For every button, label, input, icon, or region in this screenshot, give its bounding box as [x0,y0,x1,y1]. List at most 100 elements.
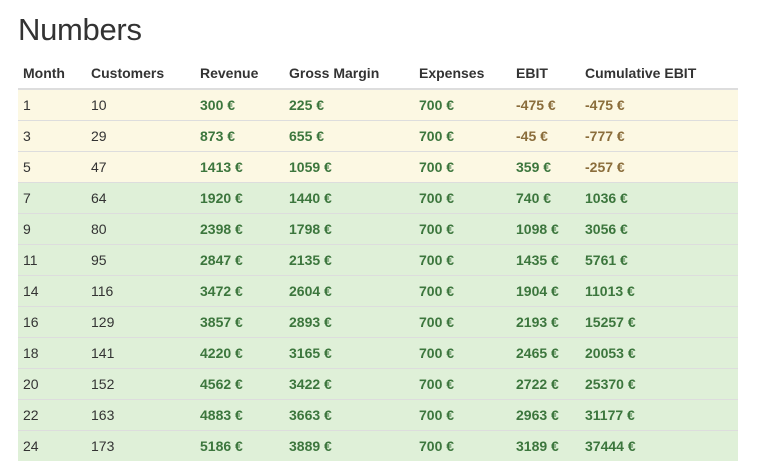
cell-month: 5 [18,151,86,183]
cell-ebit: 1098 € [511,213,580,245]
table-row: 1 10 300 €225 €700 € -475 € -475 € [18,88,738,121]
column-header-expenses: Expenses [414,58,511,90]
cell-gross-margin: 225 € [284,88,414,121]
table-row: 3 29 873 €655 €700 € -45 € -777 € [18,120,738,152]
cell-customers: 29 [86,120,195,152]
cell-ebit: 2963 € [511,399,580,431]
column-header-customers: Customers [86,58,195,90]
cell-gross-margin: 2893 € [284,306,414,338]
table-body: 1 10 300 €225 €700 € -475 € -475 €3 29 873 €65… [18,88,738,461]
table-row: 18 141 4220 €3165 €700 €2465 €20053 € [18,337,738,369]
numbers-table: Month Customers Revenue Gross Margin Exp… [18,58,738,461]
cell-month: 22 [18,399,86,431]
cell-customers: 95 [86,244,195,276]
cell-ebit: 359 € [511,151,580,183]
cell-cumulative-ebit: 25370 € [580,368,738,400]
cell-gross-margin: 1059 € [284,151,414,183]
cell-cumulative-ebit: 5761 € [580,244,738,276]
cell-ebit: -45 € [511,120,580,152]
cell-customers: 116 [86,275,195,307]
header-row: Month Customers Revenue Gross Margin Exp… [18,58,738,90]
cell-revenue: 1413 € [195,151,284,183]
cell-ebit: -475 € [511,88,580,121]
table-header: Month Customers Revenue Gross Margin Exp… [18,58,738,90]
table-row: 16 129 3857 €2893 €700 €2193 €15257 € [18,306,738,338]
table-row: 20 152 4562 €3422 €700 €2722 €25370 € [18,368,738,400]
table-row: 7 64 1920 €1440 €700 €740 €1036 € [18,182,738,214]
page: Numbers Month Customers Revenue Gross Ma… [0,0,780,473]
cell-ebit: 2722 € [511,368,580,400]
cell-customers: 80 [86,213,195,245]
cell-expenses: 700 € [414,368,511,400]
cell-cumulative-ebit: -777 € [580,120,738,152]
cell-gross-margin: 2135 € [284,244,414,276]
cell-month: 1 [18,88,86,121]
cell-expenses: 700 € [414,213,511,245]
cell-expenses: 700 € [414,275,511,307]
cell-cumulative-ebit: 11013 € [580,275,738,307]
cell-gross-margin: 1440 € [284,182,414,214]
cell-revenue: 5186 € [195,430,284,461]
cell-month: 7 [18,182,86,214]
cell-expenses: 700 € [414,88,511,121]
cell-cumulative-ebit: 20053 € [580,337,738,369]
cell-ebit: 2193 € [511,306,580,338]
cell-revenue: 4220 € [195,337,284,369]
cell-revenue: 2847 € [195,244,284,276]
column-header-ebit: EBIT [511,58,580,90]
cell-cumulative-ebit: 1036 € [580,182,738,214]
cell-month: 14 [18,275,86,307]
column-header-cumulative-ebit: Cumulative EBIT [580,58,738,90]
cell-gross-margin: 3165 € [284,337,414,369]
table-row: 5 47 1413 €1059 €700 €359 € -257 € [18,151,738,183]
cell-revenue: 300 € [195,88,284,121]
cell-expenses: 700 € [414,430,511,461]
cell-gross-margin: 3422 € [284,368,414,400]
cell-cumulative-ebit: 15257 € [580,306,738,338]
cell-revenue: 3857 € [195,306,284,338]
cell-expenses: 700 € [414,151,511,183]
cell-expenses: 700 € [414,337,511,369]
column-header-month: Month [18,58,86,90]
cell-revenue: 4562 € [195,368,284,400]
cell-expenses: 700 € [414,244,511,276]
table-row: 24 173 5186 €3889 €700 €3189 €37444 € [18,430,738,461]
cell-ebit: 2465 € [511,337,580,369]
cell-expenses: 700 € [414,182,511,214]
cell-month: 16 [18,306,86,338]
cell-customers: 141 [86,337,195,369]
cell-customers: 152 [86,368,195,400]
cell-cumulative-ebit: 31177 € [580,399,738,431]
cell-expenses: 700 € [414,399,511,431]
cell-month: 11 [18,244,86,276]
cell-gross-margin: 3663 € [284,399,414,431]
table-row: 22 163 4883 €3663 €700 €2963 €31177 € [18,399,738,431]
cell-customers: 64 [86,182,195,214]
cell-revenue: 1920 € [195,182,284,214]
cell-customers: 47 [86,151,195,183]
cell-month: 18 [18,337,86,369]
column-header-gross-margin: Gross Margin [284,58,414,90]
table-row: 9 80 2398 €1798 €700 €1098 €3056 € [18,213,738,245]
table-row: 11 95 2847 €2135 €700 €1435 €5761 € [18,244,738,276]
cell-cumulative-ebit: -257 € [580,151,738,183]
column-header-revenue: Revenue [195,58,284,90]
cell-cumulative-ebit: 37444 € [580,430,738,461]
page-title: Numbers [18,12,142,47]
cell-cumulative-ebit: -475 € [580,88,738,121]
cell-revenue: 4883 € [195,399,284,431]
cell-gross-margin: 3889 € [284,430,414,461]
cell-expenses: 700 € [414,120,511,152]
cell-ebit: 740 € [511,182,580,214]
cell-month: 20 [18,368,86,400]
cell-customers: 163 [86,399,195,431]
cell-ebit: 3189 € [511,430,580,461]
cell-customers: 129 [86,306,195,338]
cell-customers: 10 [86,88,195,121]
cell-revenue: 3472 € [195,275,284,307]
cell-month: 3 [18,120,86,152]
table-row: 14 116 3472 €2604 €700 €1904 €11013 € [18,275,738,307]
cell-customers: 173 [86,430,195,461]
cell-gross-margin: 2604 € [284,275,414,307]
cell-month: 24 [18,430,86,461]
